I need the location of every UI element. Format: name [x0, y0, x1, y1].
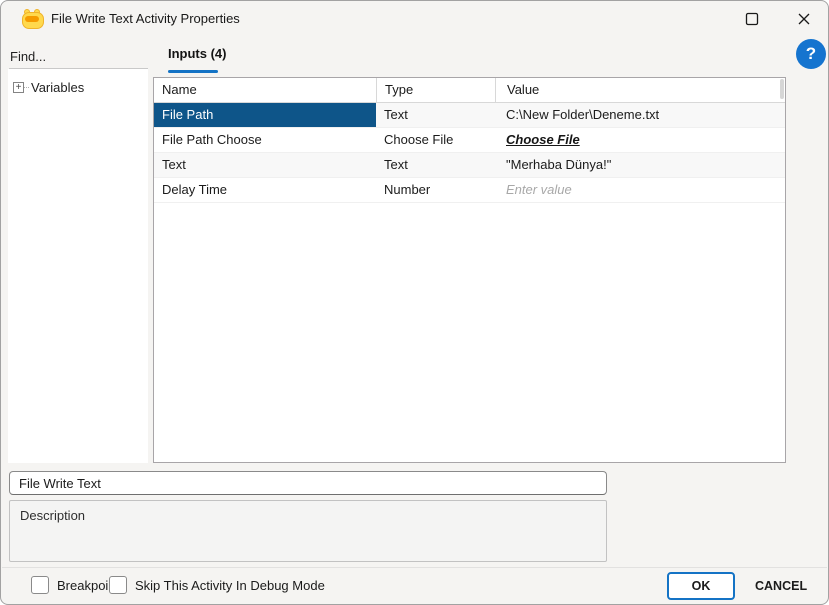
footer-separator: [2, 567, 827, 568]
variables-tree-panel: + Variables: [8, 69, 148, 463]
skip-debug-label: Skip This Activity In Debug Mode: [135, 578, 325, 593]
cell-type: Number: [384, 182, 431, 197]
tab-inputs[interactable]: Inputs (4): [168, 46, 227, 61]
column-header-name[interactable]: Name: [154, 78, 376, 102]
dialog-title: File Write Text Activity Properties: [51, 11, 240, 26]
cell-value[interactable]: "Merhaba Dünya!": [495, 153, 785, 177]
cancel-button[interactable]: CANCEL: [749, 572, 813, 600]
find-input[interactable]: Find...: [10, 49, 46, 64]
table-row[interactable]: File Path Choose Choose File Choose File: [154, 128, 785, 153]
skip-debug-checkbox[interactable]: [109, 576, 127, 594]
table-row[interactable]: File Path Text C:\New Folder\Deneme.txt: [154, 103, 785, 128]
tree-item-label: Variables: [31, 80, 85, 95]
column-header-value[interactable]: Value: [495, 78, 785, 102]
close-button[interactable]: [784, 4, 824, 34]
cell-name[interactable]: File Path: [154, 103, 376, 127]
cell-name[interactable]: File Path Choose: [154, 128, 376, 152]
table-header-row: Name Type Value: [154, 78, 785, 103]
description-textarea[interactable]: Description: [9, 500, 607, 562]
cell-name[interactable]: Delay Time: [154, 178, 376, 202]
breakpoint-checkbox[interactable]: [31, 576, 49, 594]
properties-dialog: File Write Text Activity Properties ? Fi…: [0, 0, 829, 605]
cell-value[interactable]: Enter value: [495, 178, 785, 202]
table-scrollbar[interactable]: [780, 79, 784, 99]
cell-value[interactable]: C:\New Folder\Deneme.txt: [495, 103, 785, 127]
help-icon[interactable]: ?: [796, 39, 826, 69]
tree-connector: [24, 86, 29, 89]
activity-name-input[interactable]: [9, 471, 607, 495]
app-robot-icon: [21, 8, 44, 30]
column-header-type[interactable]: Type: [376, 78, 495, 102]
cell-type: Choose File: [384, 132, 454, 147]
cell-type: Text: [384, 107, 408, 122]
ok-button[interactable]: OK: [667, 572, 735, 600]
cell-name[interactable]: Text: [154, 153, 376, 177]
tree-item-variables[interactable]: + Variables: [13, 80, 84, 95]
cell-type: Text: [384, 157, 408, 172]
close-icon: [798, 13, 810, 25]
title-bar: File Write Text Activity Properties: [1, 1, 828, 37]
tree-expander-icon[interactable]: +: [13, 82, 24, 93]
cell-value[interactable]: Choose File: [495, 128, 785, 152]
tab-active-indicator: [168, 70, 218, 73]
properties-table: Name Type Value File Path Text C:\New Fo…: [153, 77, 786, 463]
maximize-button[interactable]: [732, 4, 772, 34]
table-row[interactable]: Text Text "Merhaba Dünya!": [154, 153, 785, 178]
table-row[interactable]: Delay Time Number Enter value: [154, 178, 785, 203]
maximize-icon: [745, 12, 759, 26]
